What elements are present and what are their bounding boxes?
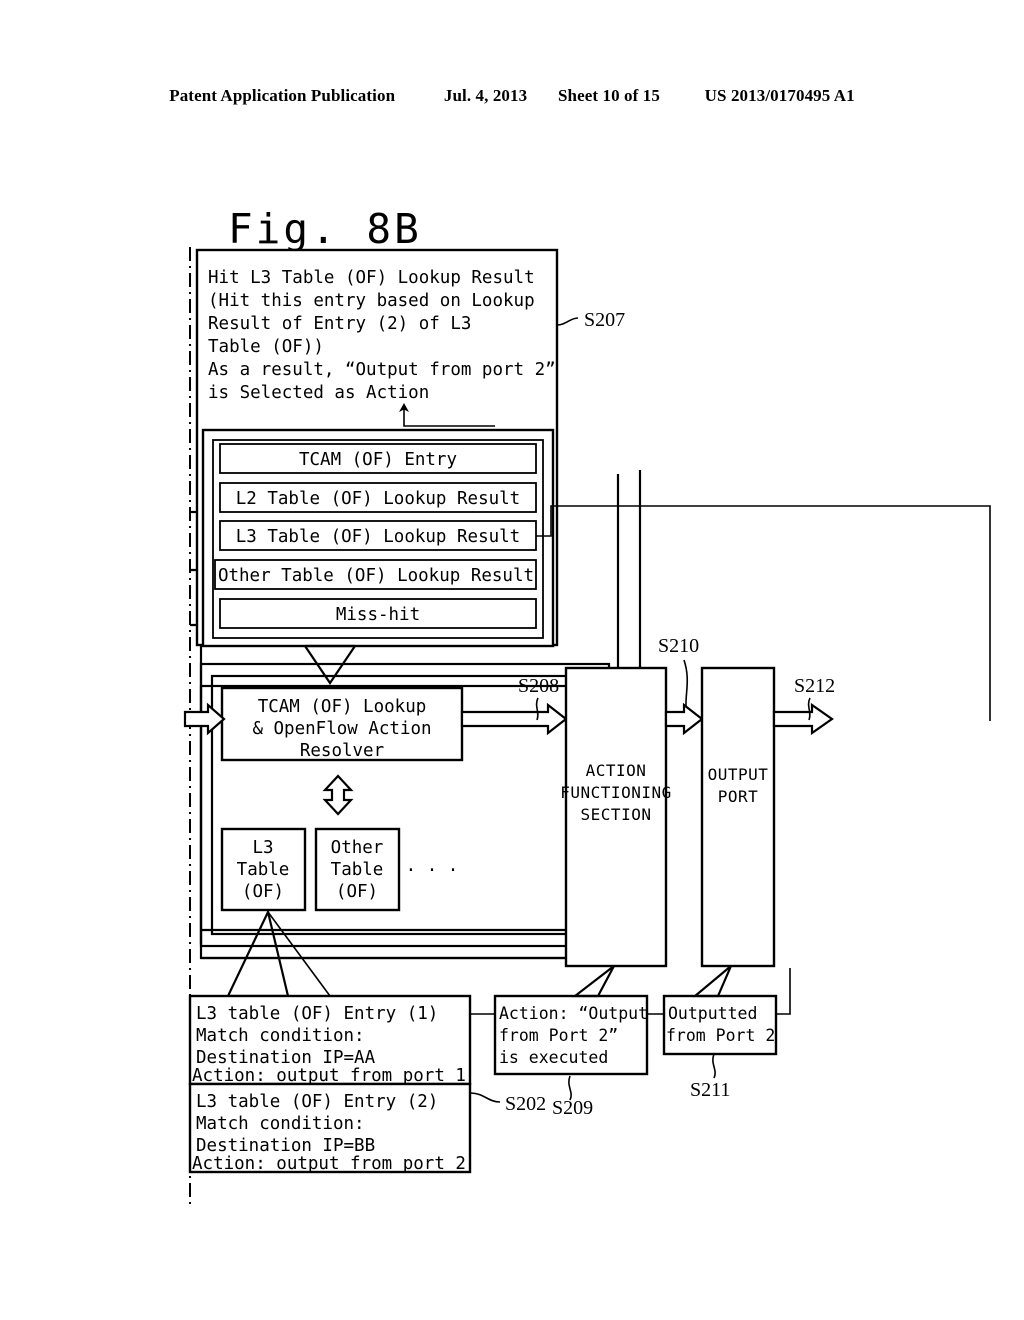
outputted-line-2: from Port 2 [666,1026,775,1045]
action-executed-line-3: is executed [499,1048,608,1067]
other-table-line-3: (OF) [336,882,378,902]
output-port-line-2: PORT [718,787,759,806]
l3-table-line-2: Table [237,860,290,880]
resolver-to-action-arrow [460,702,568,736]
entry-2-line-4: Action: output from port 2 [192,1154,466,1174]
output-arrow [772,702,834,736]
tables-ellipsis: · · · [406,861,459,881]
figure-8b: Fig. 8B Hit L3 Table (OF) Lookup Result … [0,0,1024,1320]
outputted-callout-tail [691,965,733,998]
s211-leader [712,1053,716,1079]
entry-2-line-3: Destination IP=BB [196,1136,375,1156]
entry-1-line-3: Destination IP=AA [196,1048,376,1068]
s209-label: S209 [552,1097,593,1119]
s202-label: S202 [505,1093,546,1115]
entry-1-line-2: Match condition: [196,1026,365,1046]
s212-label: S212 [794,675,835,697]
s211-label: S211 [690,1079,730,1101]
l3-table-callout-tail [226,908,290,998]
tcam-resolver-line-1: TCAM (OF) Lookup [258,697,427,717]
other-table-line-2: Table [331,860,384,880]
hit-result-line-6: is Selected as Action [208,383,429,403]
action-section-line-1: ACTION [586,761,647,780]
hit-result-line-4: Table (OF)) [208,337,324,357]
s207-leader [556,317,579,326]
output-port-box [700,666,776,968]
s207-label: S207 [584,309,625,331]
figure-title: Fig. 8B [228,205,422,253]
action-executed-line-1: Action: “Output [499,1004,648,1023]
action-executed-callout-tail [571,965,615,998]
output-port-line-1: OUTPUT [708,765,769,784]
outputted-line-1: Outputted [668,1004,757,1023]
lookup-row-label-0: TCAM (OF) Entry [299,450,457,470]
lookup-row-label-2: L3 Table (OF) Lookup Result [236,527,520,547]
hit-result-line-5: As a result, “Output from port 2” [208,360,556,380]
entry-2-line-1: L3 table (OF) Entry (2) [196,1092,438,1112]
lookup-row-label-1: L2 Table (OF) Lookup Result [236,489,520,509]
hit-result-line-1: Hit L3 Table (OF) Lookup Result [208,268,535,288]
lookup-row-label-3: Other Table (OF) Lookup Result [218,566,534,586]
s210-label: S210 [658,635,699,657]
patent-page: Patent Application Publication Jul. 4, 2… [0,0,1024,1320]
action-executed-line-2: from Port 2” [499,1026,618,1045]
entry-1-line-1: L3 table (OF) Entry (1) [196,1004,438,1024]
lookup-row-label-4: Miss-hit [336,605,420,625]
hit-result-line-2: (Hit this entry based on Lookup [208,291,535,311]
hit-result-line-3: Result of Entry (2) of L3 [208,314,471,334]
resolver-tables-bidirectional-arrow [322,774,354,816]
action-to-output-arrow [664,702,704,736]
l3-table-line-3: (OF) [242,882,284,902]
other-table-line-1: Other [331,838,384,858]
action-section-line-2: FUNCTIONING [560,783,671,802]
outputted-right-connector [776,968,791,1015]
entry-2-line-2: Match condition: [196,1114,365,1134]
action-section-line-3: SECTION [581,805,652,824]
tcam-resolver-line-3: Resolver [300,741,384,761]
l3-table-line-1: L3 [252,838,273,858]
s202-leader [469,1092,501,1103]
diagram-canvas: Fig. 8B Hit L3 Table (OF) Lookup Result … [183,205,991,1208]
s208-label: S208 [518,675,559,697]
tcam-resolver-line-2: & OpenFlow Action [252,719,431,739]
